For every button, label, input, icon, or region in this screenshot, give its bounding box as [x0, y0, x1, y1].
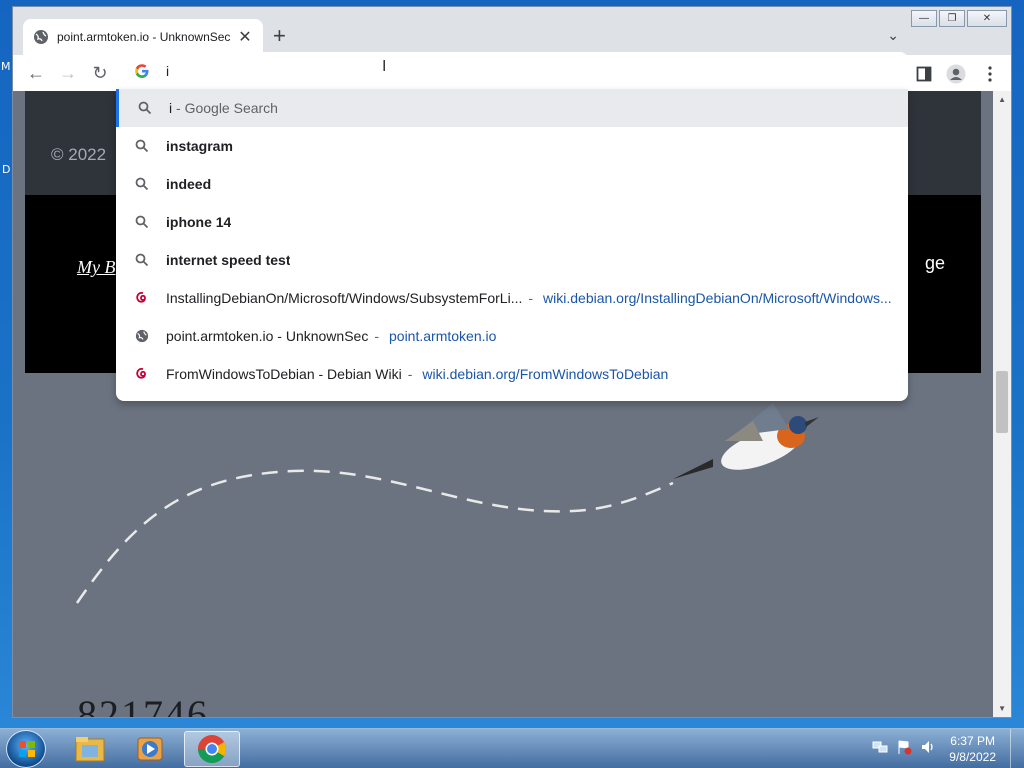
globe-icon	[34, 30, 48, 44]
suggestion-url: wiki.debian.org/FromWindowsToDebian	[422, 366, 669, 382]
desktop-icon-label: M	[1, 60, 11, 73]
maximize-button[interactable]: ❐	[939, 10, 965, 27]
kebab-menu-icon	[988, 66, 992, 82]
media-player-icon	[137, 737, 163, 761]
debian-swirl-icon	[136, 291, 146, 303]
suggestion-text: iphone 14	[166, 214, 232, 230]
omnibox-suggestions: i - Google Search instagram indeed iphon…	[116, 89, 908, 401]
scroll-down-icon[interactable]: ▼	[998, 704, 1006, 713]
minimize-button[interactable]: —	[911, 10, 937, 27]
search-icon	[135, 139, 149, 153]
taskbar-media-player[interactable]	[122, 731, 178, 767]
suggestion-row[interactable]: point.armtoken.io - UnknownSec - point.a…	[116, 317, 908, 355]
suggestion-url: wiki.debian.org/InstallingDebianOn/Micro…	[543, 290, 892, 306]
page-number-display: 821746	[77, 692, 209, 717]
forward-button[interactable]: →	[57, 62, 79, 84]
new-tab-button[interactable]: +	[273, 25, 286, 47]
volume-icon[interactable]	[920, 739, 936, 755]
clock-date: 9/8/2022	[949, 750, 996, 764]
tab-search-button[interactable]: ⌄	[887, 27, 899, 44]
start-button[interactable]	[6, 730, 46, 768]
tab-title: point.armtoken.io - UnknownSec	[57, 30, 231, 44]
suggestion-url: point.armtoken.io	[389, 328, 497, 344]
suggestion-title: FromWindowsToDebian - Debian Wiki	[166, 366, 402, 382]
clock[interactable]: 6:37 PM 9/8/2022	[949, 733, 996, 765]
reload-button[interactable]: ↻	[89, 62, 111, 84]
tab-close-icon[interactable]: ✕	[237, 27, 253, 47]
system-tray	[872, 739, 936, 755]
suggestion-row[interactable]: indeed	[116, 165, 908, 203]
suggestion-title: InstallingDebianOn/Microsoft/Windows/Sub…	[166, 290, 523, 306]
suggestion-text: indeed	[166, 176, 212, 192]
show-desktop-button[interactable]	[1010, 729, 1024, 768]
page-scrollbar[interactable]: ▲ ▼	[993, 91, 1011, 717]
suggestion-text: i - Google Search	[169, 100, 278, 116]
taskbar-chrome[interactable]	[184, 731, 240, 767]
suggestion-text: internet speed test	[166, 252, 291, 268]
avatar-icon	[946, 64, 966, 84]
chrome-icon	[198, 735, 226, 763]
window-controls: — ❐ ✕	[911, 10, 1007, 27]
suggestion-title: point.armtoken.io - UnknownSec	[166, 328, 369, 344]
folder-icon	[75, 737, 105, 762]
browser-tab[interactable]: point.armtoken.io - UnknownSec ✕	[23, 19, 263, 55]
google-g-icon	[135, 64, 149, 78]
side-panel-button[interactable]	[913, 63, 935, 85]
taskbar-explorer[interactable]	[62, 731, 118, 767]
taskbar: 6:37 PM 9/8/2022	[0, 728, 1024, 768]
profile-button[interactable]	[945, 63, 967, 85]
search-icon	[135, 215, 149, 229]
bird-icon	[673, 403, 819, 479]
network-icon[interactable]	[872, 739, 888, 755]
search-icon	[138, 101, 152, 115]
scrollbar-thumb[interactable]	[996, 371, 1008, 433]
debian-swirl-icon	[136, 367, 146, 379]
windows-logo-icon	[19, 741, 35, 757]
suggestion-row[interactable]: internet speed test	[116, 241, 908, 279]
suggestion-row[interactable]: iphone 14	[116, 203, 908, 241]
search-icon	[135, 253, 149, 267]
menu-button[interactable]	[979, 63, 1001, 85]
back-button[interactable]: ←	[25, 62, 47, 84]
separator: -	[374, 328, 379, 344]
side-panel-icon	[916, 66, 932, 82]
search-icon	[135, 177, 149, 191]
clock-time: 6:37 PM	[950, 734, 995, 748]
address-bar[interactable]: I	[116, 52, 908, 90]
suggestion-row[interactable]: InstallingDebianOn/Microsoft/Windows/Sub…	[116, 279, 908, 317]
separator: -	[528, 290, 534, 306]
action-center-flag-icon[interactable]	[896, 739, 912, 755]
globe-icon	[135, 329, 149, 343]
desktop-icon-label: D	[2, 163, 11, 176]
scroll-up-icon[interactable]: ▲	[998, 95, 1006, 104]
suggestion-text: instagram	[166, 138, 233, 154]
close-window-button[interactable]: ✕	[967, 10, 1007, 27]
address-input[interactable]	[166, 61, 766, 81]
suggestion-row[interactable]: i - Google Search	[116, 89, 908, 127]
separator: -	[407, 366, 413, 382]
suggestion-row[interactable]: FromWindowsToDebian - Debian Wiki - wiki…	[116, 355, 908, 393]
suggestion-row[interactable]: instagram	[116, 127, 908, 165]
text-cursor-icon: I	[382, 58, 387, 75]
